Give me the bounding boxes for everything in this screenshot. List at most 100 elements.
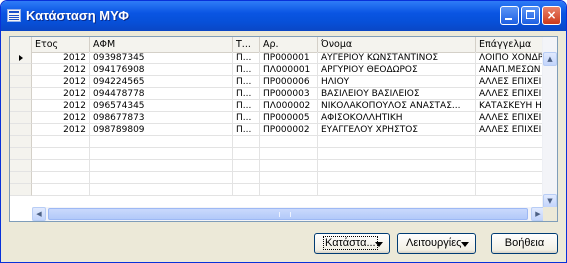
status-menu-button[interactable]: Κατάστα...	[314, 233, 390, 254]
table-row[interactable]	[10, 172, 545, 184]
table-row[interactable]: 2012 094224565 Π... ΠΡ000006 ΗΛΙΟΥ ΑΛΛΕΣ ΕΠΙΧ…	[10, 76, 545, 88]
cell-profession[interactable]: ΛΟΙΠΟ ΧΟΝΔΡ	[476, 52, 545, 64]
cell-type[interactable]	[233, 136, 260, 148]
cell-afm[interactable]: 094478778	[90, 88, 233, 100]
cell-type[interactable]	[233, 184, 260, 196]
cell-afm[interactable]: 096574345	[90, 100, 233, 112]
cell-type[interactable]: Π...	[233, 88, 260, 100]
column-header-number[interactable]: Αρ.	[260, 37, 318, 52]
cell-year[interactable]: 2012	[32, 100, 90, 112]
table-row[interactable]: 2012 096574345 Π... ΠΛ000002 ΝΙΚΟΛΑΚΟΠΟΥΛΟΣ …	[10, 100, 545, 112]
column-header-year[interactable]: Ετος	[32, 37, 90, 52]
row-selector[interactable]	[10, 52, 32, 64]
cell-number[interactable]: ΠΡ000001	[260, 52, 318, 64]
cell-number[interactable]	[260, 136, 318, 148]
row-selector[interactable]	[10, 160, 32, 172]
cell-afm[interactable]	[90, 148, 233, 160]
cell-profession[interactable]	[476, 172, 545, 184]
cell-year[interactable]	[32, 148, 90, 160]
column-header-afm[interactable]: ΑΦΜ	[90, 37, 233, 52]
cell-profession[interactable]: ΑΛΛΕΣ ΕΠΙΧΕΙΙ	[476, 88, 545, 100]
cell-afm[interactable]: 093987345	[90, 52, 233, 64]
column-header-name[interactable]: Όνομα	[318, 37, 476, 52]
table-row[interactable]: 2012 098677873 Π... ΠΡ000005 ΑΦΙΣΟΚΟΛΛΗΤΙΚΗ Α…	[10, 112, 545, 124]
cell-name[interactable]: ΝΙΚΟΛΑΚΟΠΟΥΛΟΣ ΑΝΑΣΤΑΣ...	[318, 100, 476, 112]
cell-number[interactable]: ΠΡ000003	[260, 88, 318, 100]
cell-afm[interactable]: 094176908	[90, 64, 233, 76]
scroll-up-icon[interactable]: ▲	[543, 52, 557, 66]
cell-profession[interactable]: ΚΑΤΑΣΚΕΥΗ Η/	[476, 100, 545, 112]
table-row[interactable]	[10, 148, 545, 160]
cell-year[interactable]	[32, 172, 90, 184]
minimize-button[interactable]	[500, 6, 519, 25]
table-row[interactable]: 2012 094478778 Π... ΠΡ000003 ΒΑΣΙΛΕΙΟΥ ΒΑΣΙΛ…	[10, 88, 545, 100]
cell-afm[interactable]: 098677873	[90, 112, 233, 124]
cell-profession[interactable]	[476, 148, 545, 160]
table-row[interactable]	[10, 184, 545, 196]
row-selector[interactable]	[10, 112, 32, 124]
row-selector[interactable]	[10, 64, 32, 76]
row-selector[interactable]	[10, 172, 32, 184]
cell-type[interactable]: Π...	[233, 52, 260, 64]
cell-afm[interactable]	[90, 172, 233, 184]
table-row[interactable]: 2012 098789809 Π... ΠΡ000002 ΕΥΑΓΓΕΛΟΥ ΧΡΗΣΤ…	[10, 124, 545, 136]
horizontal-scrollbar[interactable]: ◀ ▶	[32, 207, 545, 221]
column-header-type[interactable]: Τ...	[233, 37, 260, 52]
cell-name[interactable]	[318, 136, 476, 148]
cell-name[interactable]: ΑΡΓΥΡΙΟΥ ΘΕΟΔΩΡΟΣ	[318, 64, 476, 76]
cell-afm[interactable]: 098789809	[90, 124, 233, 136]
data-grid[interactable]: Ετος ΑΦΜ Τ... Αρ. Όνομα Επάγγελμα 2012 09…	[9, 36, 558, 222]
cell-year[interactable]	[32, 160, 90, 172]
cell-number[interactable]: ΠΛ000002	[260, 100, 318, 112]
row-selector[interactable]	[10, 148, 32, 160]
cell-type[interactable]: Π...	[233, 124, 260, 136]
cell-profession[interactable]: ΑΛΛΕΣ ΕΠΙΧΕΙΙ	[476, 124, 545, 136]
functions-menu-button[interactable]: Λειτουργίες	[397, 233, 476, 254]
cell-profession[interactable]	[476, 136, 545, 148]
horizontal-scroll-thumb[interactable]	[48, 208, 528, 220]
cell-number[interactable]	[260, 148, 318, 160]
cell-name[interactable]	[318, 172, 476, 184]
cell-name[interactable]: ΗΛΙΟΥ	[318, 76, 476, 88]
cell-afm[interactable]	[90, 184, 233, 196]
cell-type[interactable]: Π...	[233, 76, 260, 88]
cell-type[interactable]	[233, 160, 260, 172]
cell-type[interactable]	[233, 148, 260, 160]
cell-name[interactable]: ΑΥΓΕΡΙΟΥ ΚΩΝΣΤΑΝΤΙΝΟΣ	[318, 52, 476, 64]
table-row[interactable]	[10, 136, 545, 148]
cell-name[interactable]: ΕΥΑΓΓΕΛΟΥ ΧΡΗΣΤΟΣ	[318, 124, 476, 136]
cell-name[interactable]	[318, 148, 476, 160]
cell-year[interactable]: 2012	[32, 52, 90, 64]
cell-name[interactable]	[318, 184, 476, 196]
cell-afm[interactable]	[90, 160, 233, 172]
cell-year[interactable]	[32, 136, 90, 148]
row-selector[interactable]	[10, 184, 32, 196]
cell-number[interactable]: ΠΡ000006	[260, 76, 318, 88]
table-row[interactable]: 2012 093987345 Π... ΠΡ000001 ΑΥΓΕΡΙΟΥ ΚΩΝΣΤΑ…	[10, 52, 545, 64]
cell-profession[interactable]: ΑΝΑΠ.ΜΕΣΩΝ	[476, 64, 545, 76]
cell-type[interactable]: Π...	[233, 64, 260, 76]
cell-number[interactable]: ΠΡ000002	[260, 124, 318, 136]
row-selector[interactable]	[10, 136, 32, 148]
cell-type[interactable]: Π...	[233, 112, 260, 124]
cell-profession[interactable]: ΑΛΛΕΣ ΕΠΙΧΕΙΙ	[476, 112, 545, 124]
scroll-left-icon[interactable]: ◀	[32, 207, 46, 221]
cell-number[interactable]	[260, 160, 318, 172]
cell-type[interactable]	[233, 172, 260, 184]
cell-number[interactable]: ΠΡ000005	[260, 112, 318, 124]
table-row[interactable]: 2012 094176908 Π... ΠΛ000001 ΑΡΓΥΡΙΟΥ ΘΕΟΔΩΡ…	[10, 64, 545, 76]
cell-profession[interactable]	[476, 160, 545, 172]
row-selector[interactable]	[10, 88, 32, 100]
column-header-profession[interactable]: Επάγγελμα	[476, 37, 545, 52]
cell-year[interactable]: 2012	[32, 124, 90, 136]
close-button[interactable]: ×	[542, 6, 561, 25]
cell-afm[interactable]	[90, 136, 233, 148]
maximize-button[interactable]	[521, 6, 540, 25]
cell-number[interactable]	[260, 172, 318, 184]
row-selector[interactable]	[10, 100, 32, 112]
table-row[interactable]	[10, 160, 545, 172]
cell-year[interactable]: 2012	[32, 76, 90, 88]
cell-number[interactable]	[260, 184, 318, 196]
cell-year[interactable]: 2012	[32, 64, 90, 76]
cell-name[interactable]: ΑΦΙΣΟΚΟΛΛΗΤΙΚΗ	[318, 112, 476, 124]
